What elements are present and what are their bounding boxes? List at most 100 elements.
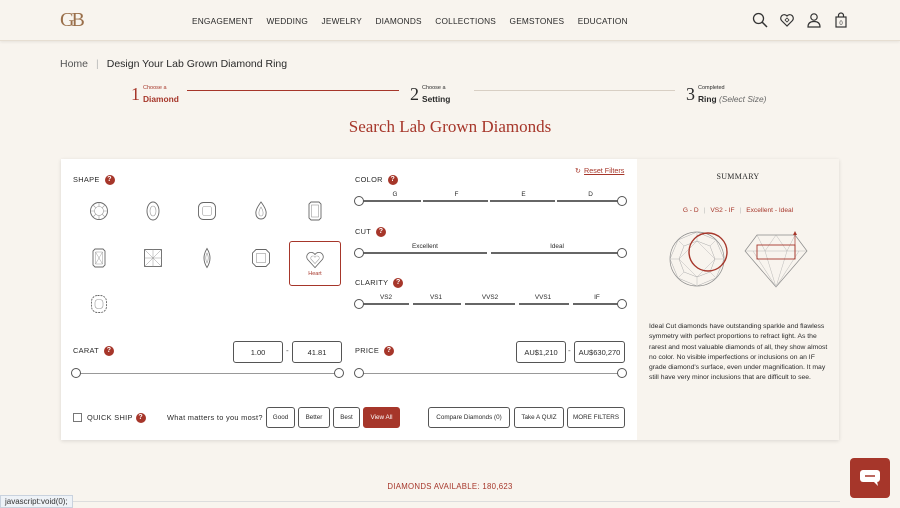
shape-halo-icon[interactable]: [73, 282, 125, 326]
summary-separator: |: [703, 207, 706, 214]
clarity-grade-if[interactable]: IF: [572, 294, 622, 301]
clarity-segment: [361, 303, 409, 305]
shape-pear-icon[interactable]: [235, 189, 287, 233]
shape-oval-icon[interactable]: [127, 189, 179, 233]
diamond-side-view-illustration: [744, 231, 808, 288]
summary-panel: SUMMARY G - D | VS2 - IF | Excellent - Ideal…: [637, 159, 839, 440]
color-grade-f[interactable]: F: [423, 191, 490, 198]
clarity-grade-vvs1[interactable]: VVS1: [518, 294, 568, 301]
shape-heart-button[interactable]: Heart: [289, 241, 341, 286]
price-max-handle[interactable]: [617, 368, 627, 378]
quick-ship-label: QUICK SHIP?: [87, 413, 146, 424]
nav-jewelry[interactable]: JEWELRY: [322, 16, 362, 26]
summary-color: G - D: [682, 207, 699, 214]
shape-marquise-icon[interactable]: [181, 236, 233, 280]
help-icon[interactable]: ?: [135, 413, 146, 424]
shape-asscher-icon[interactable]: [235, 236, 287, 280]
breadcrumb-home[interactable]: Home: [60, 58, 88, 70]
help-icon[interactable]: ?: [384, 346, 395, 357]
price-max-input[interactable]: AU$630,270: [574, 341, 625, 363]
cut-min-handle[interactable]: [354, 248, 364, 258]
clarity-grade-vvs2[interactable]: VVS2: [465, 294, 515, 301]
color-grade-g[interactable]: G: [363, 191, 427, 198]
shape-label: SHAPE?: [73, 175, 115, 186]
good-button[interactable]: Good: [266, 407, 295, 428]
search-icon[interactable]: [752, 12, 768, 28]
take-quiz-button[interactable]: Take A QUIZ: [514, 407, 564, 428]
cut-max-handle[interactable]: [617, 248, 627, 258]
color-grade-e[interactable]: E: [490, 191, 557, 198]
main-nav: ENGAGEMENT WEDDING JEWELRY DIAMONDS COLL…: [192, 16, 641, 26]
best-button[interactable]: Best: [333, 407, 360, 428]
step-number: 2: [410, 84, 419, 104]
price-min-input[interactable]: AU$1,210: [516, 341, 566, 363]
shape-label-text: SHAPE: [73, 175, 100, 184]
step-number: 1: [131, 84, 140, 104]
reset-filters-link[interactable]: ↻ Reset Filters: [575, 166, 624, 175]
cut-grade-excellent[interactable]: Excellent: [361, 243, 489, 250]
nav-engagement[interactable]: ENGAGEMENT: [192, 16, 253, 26]
price-min-handle[interactable]: [354, 368, 364, 378]
shape-emerald-icon[interactable]: [289, 189, 341, 233]
shape-cushion-icon[interactable]: [181, 189, 233, 233]
step-title-text: Ring: [698, 94, 717, 104]
color-min-handle[interactable]: [354, 196, 364, 206]
shape-heart-label: Heart: [308, 270, 322, 277]
range-dash: -: [568, 346, 571, 355]
clarity-min-handle[interactable]: [354, 299, 364, 309]
price-label: PRICE?: [355, 346, 395, 357]
clarity-grade-vs1[interactable]: VS1: [411, 294, 461, 301]
view-all-button[interactable]: View All: [363, 407, 400, 428]
step-title: Diamond: [143, 94, 179, 104]
carat-min-handle[interactable]: [71, 368, 81, 378]
summary-description: Ideal Cut diamonds have outstanding spar…: [649, 323, 828, 382]
carat-min-input[interactable]: 1.00: [233, 341, 283, 363]
quick-ship-text[interactable]: QUICK SHIP: [87, 413, 133, 422]
breadcrumb-separator: |: [96, 58, 99, 70]
cut-grade-ideal[interactable]: Ideal: [491, 243, 623, 250]
step-caption: Completed: [698, 85, 725, 91]
breadcrumb: Home | Design Your Lab Grown Diamond Ring: [60, 58, 287, 70]
shape-radiant-icon[interactable]: [73, 236, 125, 280]
step-caption: Choose a: [422, 85, 446, 91]
clarity-grade-vs2[interactable]: VS2: [361, 294, 411, 301]
refresh-icon: ↻: [575, 166, 582, 175]
carat-slider-track[interactable]: [77, 373, 339, 374]
compare-diamonds-button[interactable]: Compare Diamonds (0): [428, 407, 510, 428]
clarity-segment: [413, 303, 461, 305]
shape-princess-icon[interactable]: [127, 236, 179, 280]
clarity-max-handle[interactable]: [617, 299, 627, 309]
shopping-bag-icon[interactable]: 0: [833, 12, 849, 28]
nav-collections[interactable]: COLLECTIONS: [435, 16, 496, 26]
color-max-handle[interactable]: [617, 196, 627, 206]
nav-diamonds[interactable]: DIAMONDS: [375, 16, 421, 26]
carat-max-input[interactable]: 41.81: [292, 341, 342, 363]
breadcrumb-current: Design Your Lab Grown Diamond Ring: [106, 58, 288, 70]
better-button[interactable]: Better: [298, 407, 330, 428]
matters-label: What matters to you most?: [167, 413, 263, 422]
carat-max-handle[interactable]: [334, 368, 344, 378]
header-icons: 0: [752, 12, 849, 28]
help-icon[interactable]: ?: [393, 278, 404, 289]
step-title: Ring (Select Size): [698, 94, 766, 104]
help-icon[interactable]: ?: [104, 175, 115, 186]
color-segment: [361, 200, 421, 202]
logo[interactable]: GB: [60, 9, 85, 32]
price-slider-track[interactable]: [359, 373, 621, 374]
carat-label: CARAT?: [73, 346, 114, 357]
help-icon[interactable]: ?: [376, 227, 387, 238]
quick-ship-checkbox[interactable]: [73, 413, 82, 422]
nav-gemstones[interactable]: GEMSTONES: [510, 16, 565, 26]
nav-education[interactable]: EDUCATION: [578, 16, 628, 26]
account-user-icon[interactable]: [806, 12, 822, 28]
more-filters-button[interactable]: MORE FILTERS: [567, 407, 625, 428]
color-label: COLOR?: [355, 175, 398, 186]
wishlist-heart-icon[interactable]: [779, 12, 795, 28]
shape-round-icon[interactable]: [73, 189, 125, 233]
color-grade-d[interactable]: D: [557, 191, 624, 198]
help-icon[interactable]: ?: [387, 175, 398, 186]
help-icon[interactable]: ?: [104, 346, 114, 357]
nav-wedding[interactable]: WEDDING: [267, 16, 309, 26]
chat-button[interactable]: [850, 458, 890, 498]
chat-bubble-icon: [860, 470, 880, 486]
